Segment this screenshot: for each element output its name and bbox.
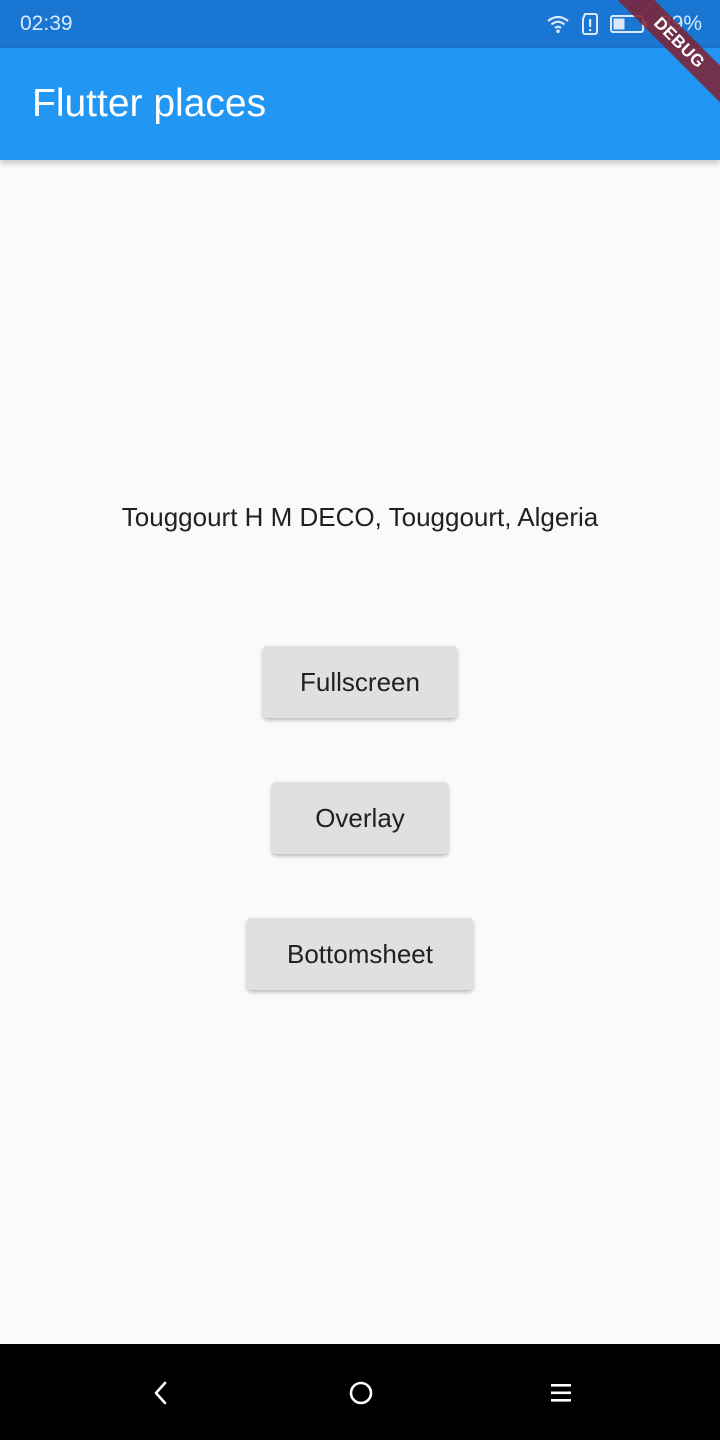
navigation-bar [0,1344,720,1440]
page-title: Flutter places [32,82,267,125]
battery-percent: 39% [659,12,702,35]
app-bar: Flutter places [0,48,720,160]
battery-icon [609,14,648,34]
menu-icon[interactable] [546,1378,576,1408]
status-time: 02:39 [20,12,73,35]
overlay-button[interactable]: Overlay [272,782,448,854]
back-icon[interactable] [146,1378,176,1408]
status-icons: 39% [546,11,702,37]
fullscreen-button[interactable]: Fullscreen [263,646,457,718]
selected-place-text: Touggourt H M DECO, Touggourt, Algeria [121,502,599,532]
sim-alert-icon [580,12,600,36]
wifi-icon [546,14,570,34]
home-icon[interactable] [346,1378,376,1408]
bottomsheet-button[interactable]: Bottomsheet [247,918,473,990]
main-content: Touggourt H M DECO, Touggourt, Algeria F… [0,160,720,1344]
status-bar: 02:39 39% [0,0,720,48]
